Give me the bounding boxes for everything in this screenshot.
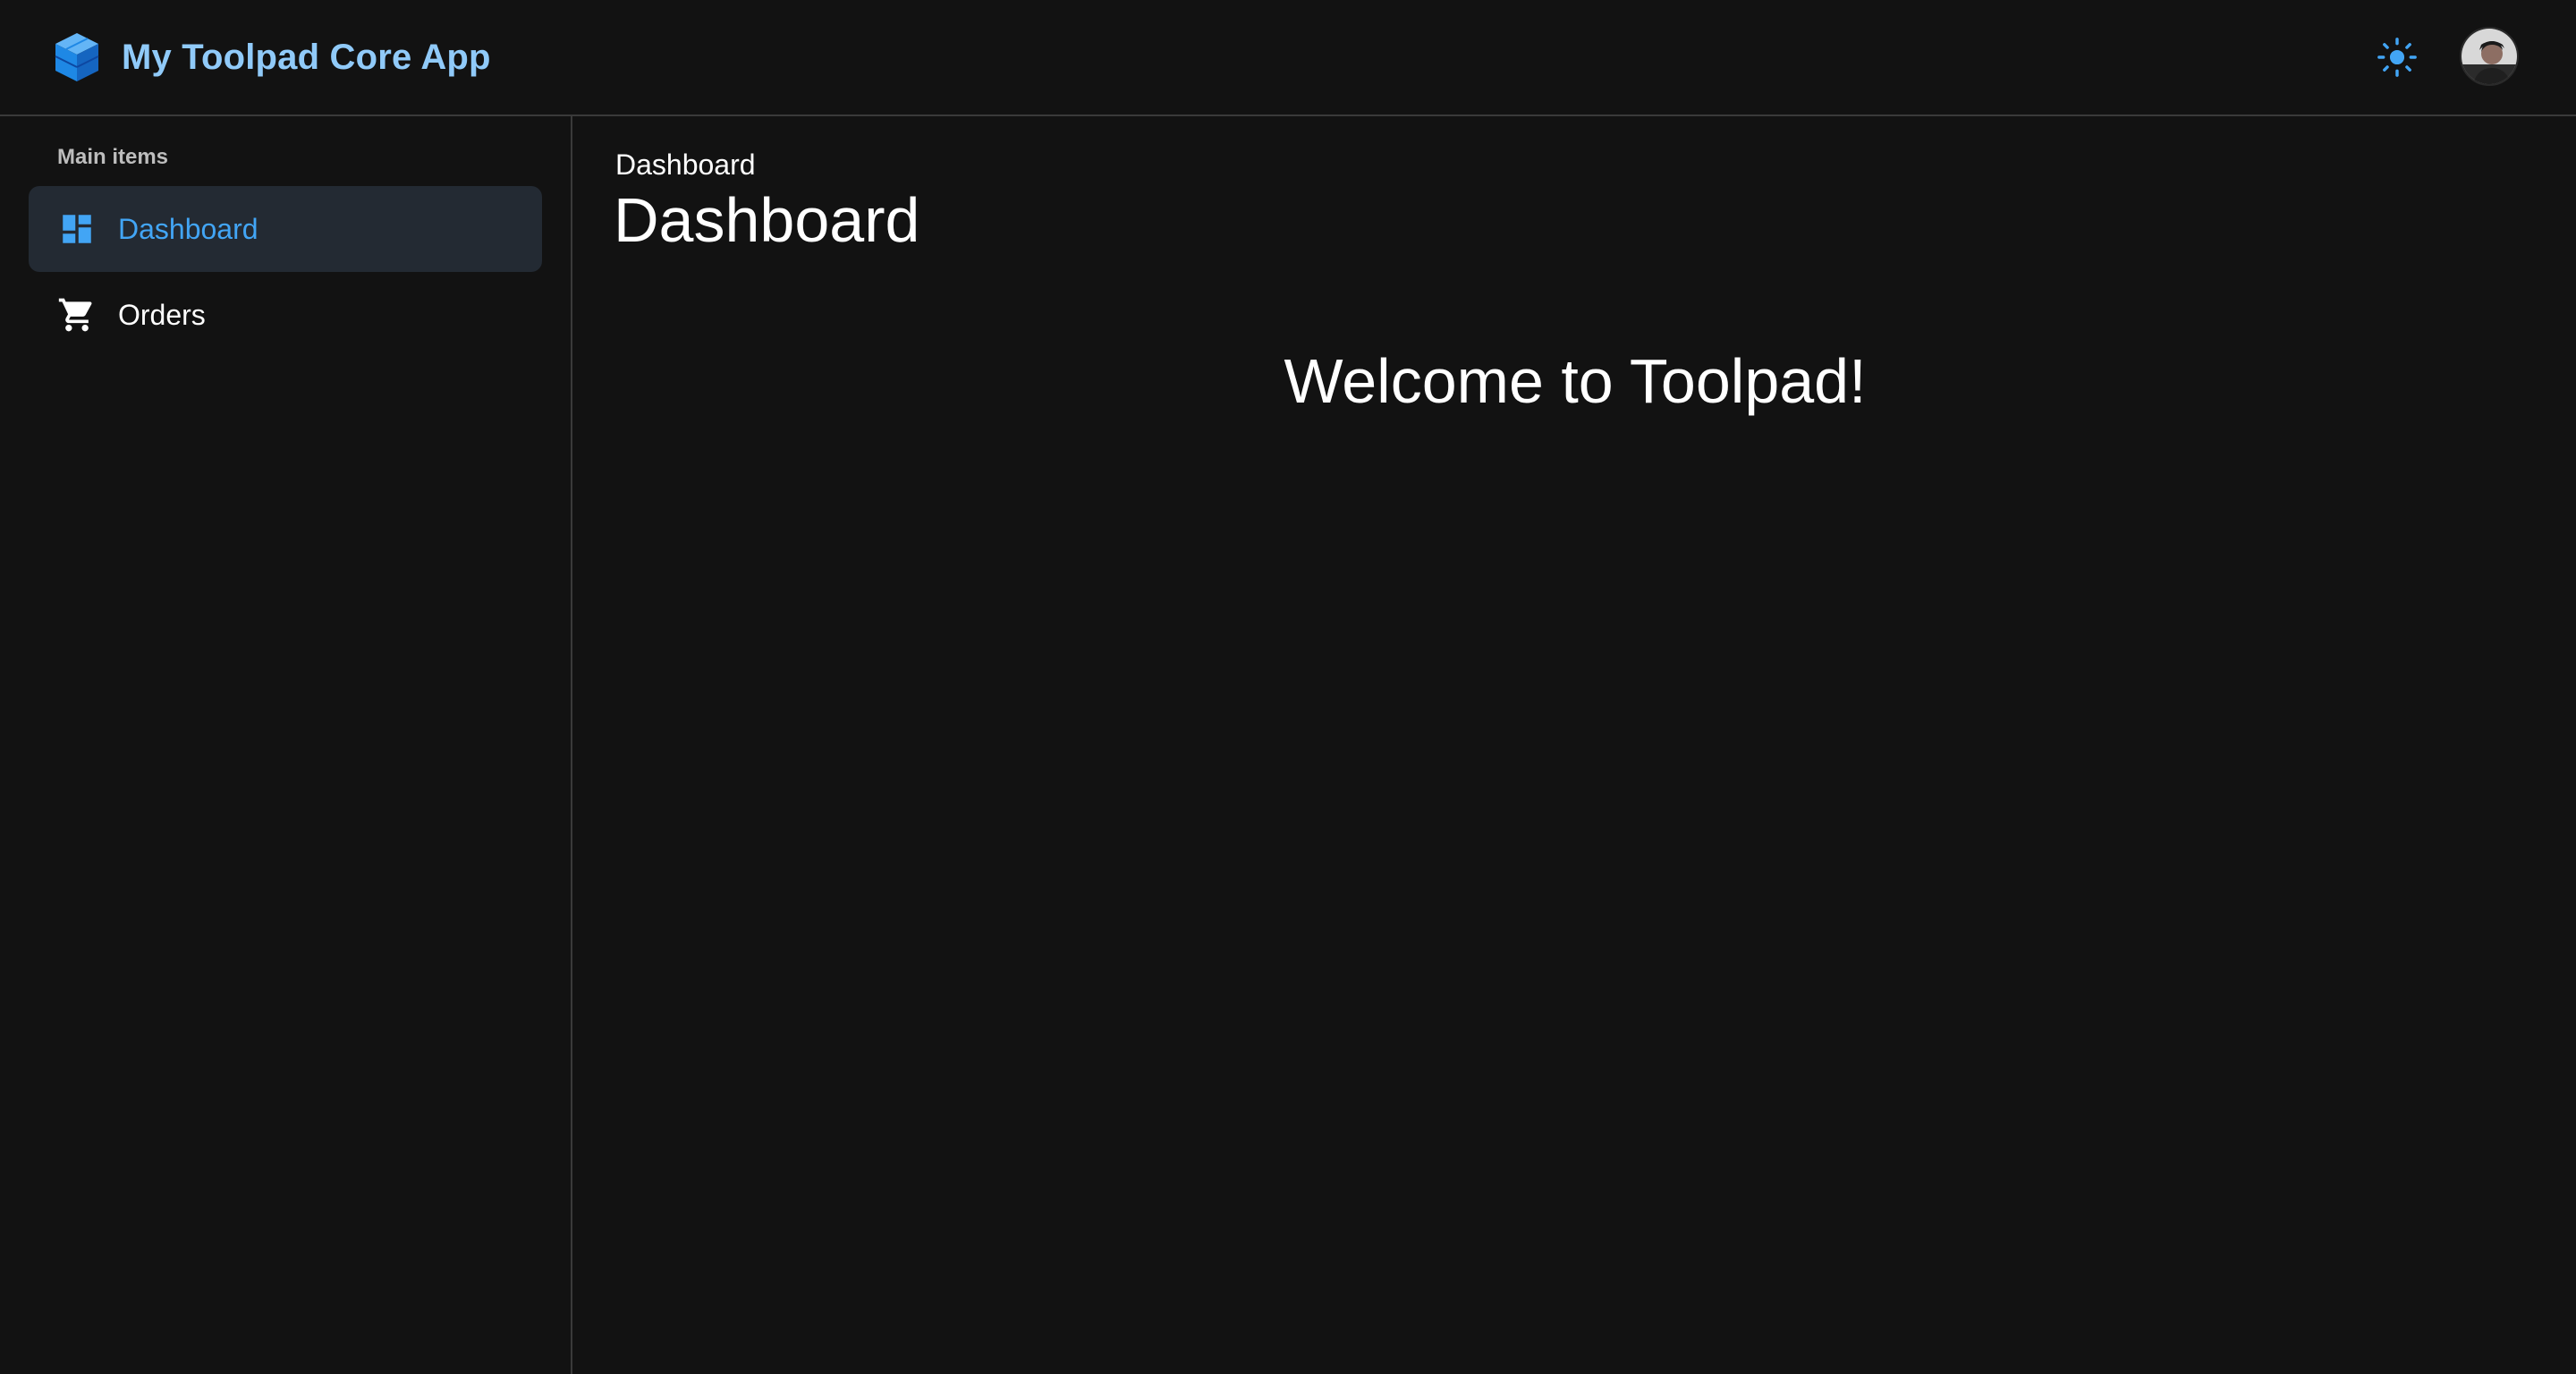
breadcrumb: Dashboard [615,148,756,181]
welcome-heading: Welcome to Toolpad! [1284,346,1867,416]
sidebar-item-dashboard[interactable]: Dashboard [29,186,542,272]
avatar-photo [2462,29,2517,84]
app-header: My Toolpad Core App [0,0,2576,116]
sidebar-item-orders[interactable]: Orders [29,272,542,358]
toolpad-logo-icon [55,33,99,81]
app-title: My Toolpad Core App [122,37,491,77]
sidebar-item-label: Orders [118,298,206,331]
sidebar: Main items Dashboard Orders [0,116,572,1374]
user-avatar[interactable] [2460,27,2519,86]
theme-toggle-button[interactable] [2372,32,2422,82]
page-title: Dashboard [614,185,920,255]
sidebar-section-label: Main items [57,145,169,169]
sidebar-item-label: Dashboard [118,212,258,245]
brand[interactable]: My Toolpad Core App [54,27,491,88]
dashboard-icon [57,209,97,249]
main-content: Dashboard Dashboard Welcome to Toolpad! [574,116,2576,1374]
shopping-cart-icon [57,295,97,335]
sun-icon [2377,38,2417,77]
